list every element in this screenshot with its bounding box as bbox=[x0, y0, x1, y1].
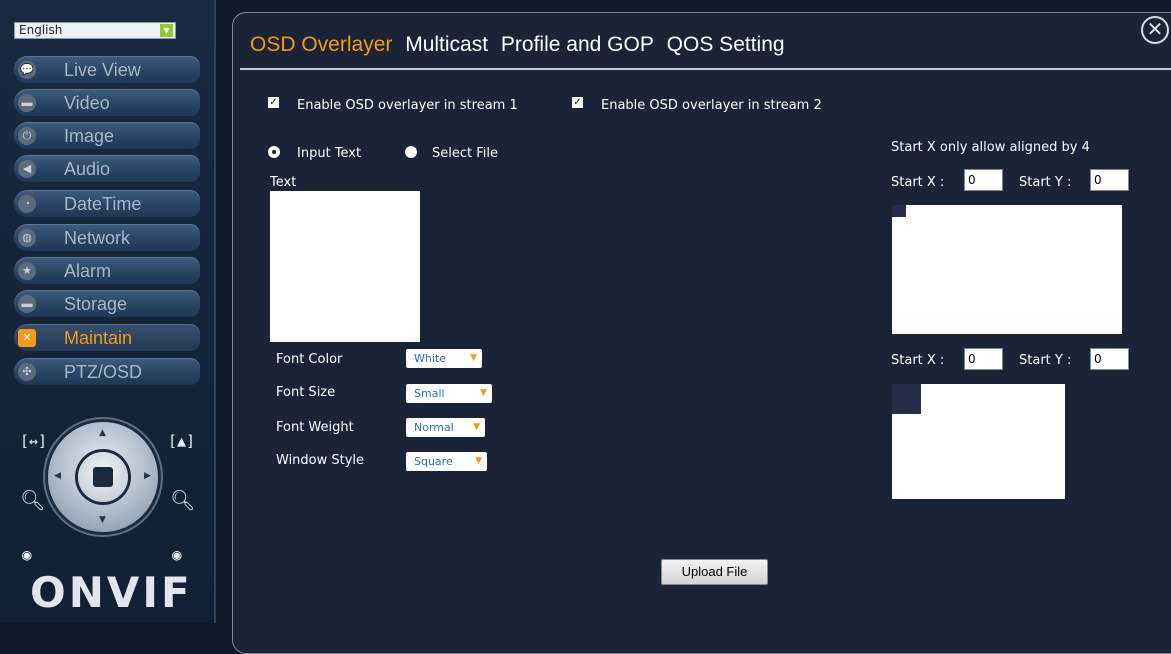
language-value: English bbox=[19, 23, 63, 37]
zoom-center-icon[interactable]: [▲] bbox=[168, 432, 195, 450]
sidebar-item-live-view[interactable]: 💬 Live View bbox=[14, 56, 200, 83]
camera-icon: ▬ bbox=[18, 94, 36, 112]
font-size-select[interactable]: Small ▼ bbox=[406, 384, 492, 403]
chevron-down-icon: ▼ bbox=[475, 456, 482, 466]
stream1-start-x-input[interactable]: 0 bbox=[964, 169, 1003, 191]
align-note: Start X only allow aligned by 4 bbox=[891, 140, 1090, 155]
joystick-icon: ✣ bbox=[18, 363, 36, 381]
font-size-label: Font Size bbox=[276, 385, 336, 400]
zoom-fit-icon[interactable]: [↔] bbox=[20, 432, 47, 450]
chevron-down-icon: ▼ bbox=[470, 353, 477, 363]
speaker-icon: ◀ bbox=[18, 160, 36, 178]
sidebar-item-label: Storage bbox=[64, 294, 128, 314]
osd-text-area[interactable] bbox=[270, 191, 420, 342]
pan-down-icon[interactable]: ▼ bbox=[99, 515, 106, 525]
window-style-label: Window Style bbox=[276, 453, 365, 468]
clock-icon: ◔ bbox=[18, 195, 36, 213]
sidebar-item-label: Image bbox=[64, 126, 115, 146]
window-style-value: Square bbox=[414, 455, 453, 468]
zoom-in-icon[interactable]: 🔍︎ bbox=[170, 488, 195, 512]
sidebar-item-label: PTZ/OSD bbox=[64, 362, 143, 382]
stop-icon bbox=[93, 467, 113, 487]
close-button[interactable]: ✕ bbox=[1141, 16, 1169, 44]
tab-divider bbox=[240, 68, 1171, 70]
ptz-direction-pad[interactable]: ▲ ▼ ◀ ▶ bbox=[48, 422, 158, 532]
sidebar-item-image[interactable]: ⏻ Image bbox=[14, 122, 200, 149]
folder-icon: ▬ bbox=[18, 295, 36, 313]
chat-bubble-icon: 💬 bbox=[18, 61, 36, 79]
sidebar-item-label: Audio bbox=[64, 159, 111, 179]
ptz-stop-button[interactable] bbox=[78, 452, 128, 502]
sidebar-item-ptz-osd[interactable]: ✣ PTZ/OSD bbox=[14, 358, 200, 385]
sidebar-item-alarm[interactable]: ★ Alarm bbox=[14, 257, 200, 284]
stream1-checkbox-label: Enable OSD overlayer in stream 1 bbox=[297, 98, 518, 113]
stream1-start-y-input[interactable]: 0 bbox=[1090, 169, 1129, 191]
stream1-osd-marker[interactable] bbox=[892, 205, 906, 217]
font-color-label: Font Color bbox=[276, 352, 343, 367]
font-color-select[interactable]: White ▼ bbox=[406, 349, 482, 368]
stream2-preview[interactable] bbox=[892, 384, 1065, 499]
tab-qos-setting[interactable]: QOS Setting bbox=[667, 33, 785, 57]
stream2-checkbox-label: Enable OSD overlayer in stream 2 bbox=[601, 98, 822, 113]
font-weight-label: Font Weight bbox=[276, 420, 354, 435]
font-size-value: Small bbox=[414, 387, 445, 400]
sidebar: English ▼ 💬 Live View ▬ Video ⏻ Image ◀ … bbox=[0, 0, 216, 623]
sidebar-item-label: Video bbox=[64, 93, 110, 113]
sidebar-item-label: Network bbox=[64, 228, 131, 248]
stream1-start-y-label: Start Y : bbox=[1019, 175, 1072, 190]
tools-icon: ✕ bbox=[18, 329, 36, 347]
input-text-radio[interactable] bbox=[268, 146, 280, 158]
globe-icon: ◍ bbox=[18, 229, 36, 247]
sidebar-item-label: Maintain bbox=[64, 328, 133, 348]
chevron-down-icon: ▼ bbox=[473, 422, 480, 432]
font-color-value: White bbox=[414, 352, 446, 365]
stream1-preview[interactable] bbox=[892, 205, 1122, 334]
sidebar-item-datetime[interactable]: ◔ DateTime bbox=[14, 190, 200, 217]
pan-up-icon[interactable]: ▲ bbox=[99, 428, 106, 438]
language-select[interactable]: English ▼ bbox=[14, 22, 176, 39]
stream2-checkbox[interactable]: ✓ bbox=[572, 97, 583, 108]
stream2-start-x-input[interactable]: 0 bbox=[964, 348, 1003, 370]
sidebar-item-label: Live View bbox=[64, 60, 141, 80]
sidebar-item-audio[interactable]: ◀ Audio bbox=[14, 155, 200, 182]
font-weight-select[interactable]: Normal ▼ bbox=[406, 418, 485, 437]
sidebar-item-label: Alarm bbox=[64, 261, 112, 281]
tab-bar: OSD Overlayer Multicast Profile and GOP … bbox=[250, 33, 792, 57]
focus-far-icon[interactable]: ◉ bbox=[172, 545, 182, 564]
select-file-radio-label: Select File bbox=[432, 146, 498, 161]
sidebar-item-maintain[interactable]: ✕ Maintain bbox=[14, 324, 200, 351]
focus-near-icon[interactable]: ◉ bbox=[22, 545, 32, 564]
sidebar-item-network[interactable]: ◍ Network bbox=[14, 224, 200, 251]
chevron-down-icon: ▼ bbox=[160, 24, 173, 37]
upload-file-button[interactable]: Upload File bbox=[661, 559, 768, 585]
sidebar-item-label: DateTime bbox=[64, 194, 142, 214]
pan-right-icon[interactable]: ▶ bbox=[144, 471, 151, 481]
font-weight-value: Normal bbox=[414, 421, 454, 434]
text-field-label: Text bbox=[270, 175, 297, 190]
tab-osd-overlayer[interactable]: OSD Overlayer bbox=[250, 33, 392, 57]
stream1-start-x-label: Start X : bbox=[891, 175, 945, 190]
tab-profile-gop[interactable]: Profile and GOP bbox=[501, 33, 654, 57]
tab-multicast[interactable]: Multicast bbox=[405, 33, 488, 57]
zoom-out-icon[interactable]: 🔍︎ bbox=[20, 488, 45, 512]
chevron-down-icon: ▼ bbox=[480, 388, 487, 398]
stream1-checkbox[interactable]: ✓ bbox=[268, 97, 279, 108]
stream2-start-y-label: Start Y : bbox=[1019, 353, 1072, 368]
pan-left-icon[interactable]: ◀ bbox=[54, 471, 61, 481]
stream2-start-x-label: Start X : bbox=[891, 353, 945, 368]
power-icon: ⏻ bbox=[18, 127, 36, 145]
onvif-logo: ONVIF bbox=[30, 568, 193, 617]
sidebar-item-video[interactable]: ▬ Video bbox=[14, 89, 200, 116]
sidebar-item-storage[interactable]: ▬ Storage bbox=[14, 290, 200, 317]
star-icon: ★ bbox=[18, 262, 36, 280]
select-file-radio[interactable] bbox=[405, 146, 417, 158]
stream2-start-y-input[interactable]: 0 bbox=[1090, 348, 1129, 370]
input-text-radio-label: Input Text bbox=[297, 146, 362, 161]
window-style-select[interactable]: Square ▼ bbox=[406, 452, 487, 471]
ptz-control: [↔] [▲] 🔍︎ 🔍︎ ◉ ◉ ▲ ▼ ◀ ▶ ONVIF bbox=[0, 410, 214, 623]
stream2-osd-marker[interactable] bbox=[892, 384, 921, 414]
